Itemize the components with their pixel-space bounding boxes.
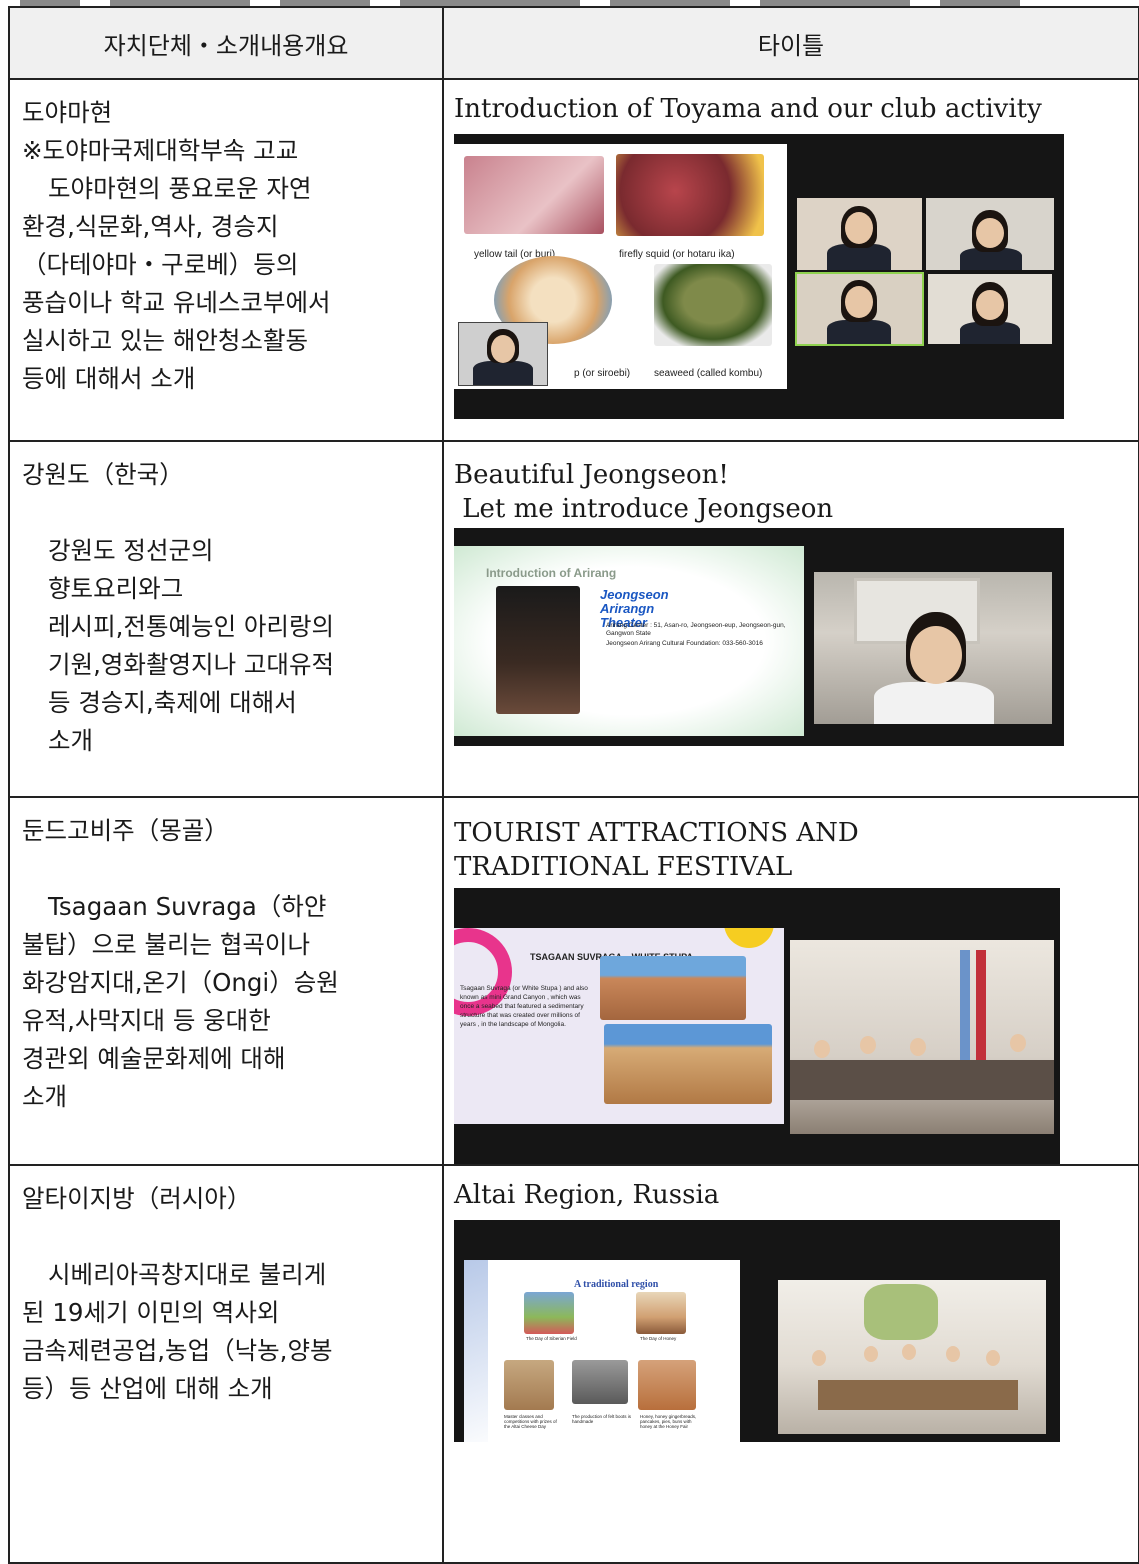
participant-video xyxy=(795,272,924,346)
screenshot-image: TSAGAAN SUVRAGA – WHITE STUPA Tsagaan Su… xyxy=(454,888,1060,1164)
description-line: 실시하고 있는 해안청소활동 xyxy=(22,326,309,355)
description-line: 향토요리와그 xyxy=(48,574,184,603)
slide-caption: Honey, honey gingerbreads, pancakes, pie… xyxy=(640,1414,697,1429)
presentation-title: Altai Region, Russia xyxy=(454,1180,720,1210)
overview-cell: 강원도（한국） 강원도 정선군의 향토요리와그 레시피,전통예능인 아리랑의 기… xyxy=(8,440,444,798)
canyon-photo xyxy=(600,956,746,1020)
description-line: 등에 대해서 소개 xyxy=(22,364,196,393)
description-line: （다테야마・구로베）등의 xyxy=(22,250,299,279)
table-row: 도야마현 ※도야마국제대학부속 고교 도야마현의 풍요로운 자연 환경,식문화,… xyxy=(8,78,1139,442)
description-line: 경관외 예술문화제에 대해 xyxy=(22,1044,286,1073)
slide-image: Introduction of Arirang Jeongseon Ariran… xyxy=(454,546,804,736)
description-line: 소개 xyxy=(48,726,94,755)
slide-caption: seaweed (called kombu) xyxy=(654,368,763,379)
slide-caption: Master classes and competitions with pri… xyxy=(504,1414,557,1429)
cheese-photo xyxy=(504,1360,554,1410)
slide-caption: The Day of Honey xyxy=(640,1336,677,1341)
title-cell: Introduction of Toyama and our club acti… xyxy=(442,78,1139,442)
region-name: 강원도（한국） xyxy=(22,460,184,489)
description-line: 된 19세기 이민의 역사외 xyxy=(22,1298,280,1327)
region-name: 알타이지방（러시아） xyxy=(22,1184,252,1213)
description-line: Tsagaan Suvraga（하얀 xyxy=(48,892,327,921)
canyon-photo xyxy=(604,1024,772,1104)
slide-header: Introduction of Arirang xyxy=(486,566,617,580)
honey-day-photo xyxy=(636,1292,686,1334)
header-cell-overview: 자치단체・소개내용개요 xyxy=(8,6,444,80)
slide-image: A traditional region The Day of Siberian… xyxy=(464,1260,740,1442)
screenshot-image: Introduction of Arirang Jeongseon Ariran… xyxy=(454,528,1064,746)
description-line: 불탑）으로 불리는 협곡이나 xyxy=(22,930,311,959)
presenter-video xyxy=(814,572,1052,724)
description-line: 도야마현의 풍요로운 자연 xyxy=(48,174,312,203)
table-row: 강원도（한국） 강원도 정선군의 향토요리와그 레시피,전통예능인 아리랑의 기… xyxy=(8,440,1139,798)
slide-image: TSAGAAN SUVRAGA – WHITE STUPA Tsagaan Su… xyxy=(454,928,784,1124)
meeting-room-video xyxy=(778,1280,1046,1434)
presentation-title: TOURIST ATTRACTIONS AND xyxy=(454,818,859,848)
description-line: 화강암지대,온기（Ongi）승원 xyxy=(22,968,339,997)
fish-photo xyxy=(464,156,604,234)
kombu-photo xyxy=(654,264,772,346)
overview-cell: 도야마현 ※도야마국제대학부속 고교 도야마현의 풍요로운 자연 환경,식문화,… xyxy=(8,78,444,442)
screenshot-image: yellow tail (or buri) firefly squid (or … xyxy=(454,134,1064,419)
poster-image xyxy=(496,586,580,714)
slide-bullet: Jeongseon Arirang Cultural Foundation: 0… xyxy=(606,640,763,647)
slide-caption: The production of felt boots is handmade xyxy=(572,1414,632,1424)
slide-bullet: Arirang Center : 51, Asan-ro, Jeongseon-… xyxy=(606,622,786,637)
description-line: 등）등 산업에 대해 소개 xyxy=(22,1374,273,1403)
table-row: 둔드고비주（몽골） Tsagaan Suvraga（하얀 불탑）으로 불리는 협… xyxy=(8,796,1139,1166)
honey-fair-photo xyxy=(638,1360,696,1410)
screenshot-image: A traditional region The Day of Siberian… xyxy=(454,1220,1060,1442)
table-row: 알타이지방（러시아） 시베리아곡창지대로 불리게 된 19세기 이민의 역사외 … xyxy=(8,1164,1139,1564)
participant-video xyxy=(926,198,1054,270)
slide-caption: p (or siroebi) xyxy=(574,368,631,379)
presenter-video-thumbnail xyxy=(458,322,548,386)
region-name: 도야마현 xyxy=(22,98,113,127)
description-line: 등 경승지,축제에 대해서 xyxy=(48,688,297,717)
description-line: 유적,사막지대 등 웅대한 xyxy=(22,1006,271,1035)
squid-photo xyxy=(616,154,764,236)
description-line: 금속제련공업,농업（낙농,양봉 xyxy=(22,1336,333,1365)
description-line: 레시피,전통예능인 아리랑의 xyxy=(48,612,335,641)
title-cell: Beautiful Jeongseon! Let me introduce Je… xyxy=(442,440,1139,798)
school-name: ※도야마국제대학부속 고교 xyxy=(22,136,299,165)
intro-table: 자치단체・소개내용개요 타이틀 도야마현 ※도야마국제대학부속 고교 도야마현의… xyxy=(8,6,1139,1564)
presentation-title: Introduction of Toyama and our club acti… xyxy=(454,94,1042,124)
description-line: 환경,식문화,역사, 경승지 xyxy=(22,212,279,241)
felt-boots-photo xyxy=(572,1360,628,1404)
overview-cell: 알타이지방（러시아） 시베리아곡창지대로 불리게 된 19세기 이민의 역사외 … xyxy=(8,1164,444,1564)
description-line: 풍습이나 학교 유네스코부에서 xyxy=(22,288,331,317)
description-line: 기원,영화촬영지나 고대유적 xyxy=(48,650,335,679)
description-line: 시베리아곡창지대로 불리게 xyxy=(48,1260,327,1289)
presentation-title: TRADITIONAL FESTIVAL xyxy=(454,852,793,882)
slide-body: Tsagaan Suvraga (or White Stupa ) and al… xyxy=(460,985,588,1028)
presentation-subtitle: Let me introduce Jeongseon xyxy=(454,494,834,524)
participant-video xyxy=(928,274,1052,344)
field-photo xyxy=(524,1292,574,1334)
header-row: 자치단체・소개내용개요 타이틀 xyxy=(8,6,1139,80)
title-cell: TOURIST ATTRACTIONS AND TRADITIONAL FEST… xyxy=(442,796,1139,1166)
description-line: 소개 xyxy=(22,1082,68,1111)
title-cell: Altai Region, Russia A traditional regio… xyxy=(442,1164,1139,1564)
overview-cell: 둔드고비주（몽골） Tsagaan Suvraga（하얀 불탑）으로 불리는 협… xyxy=(8,796,444,1166)
presentation-title: Beautiful Jeongseon! xyxy=(454,460,729,490)
participant-video xyxy=(797,198,922,270)
header-cell-title: 타이틀 xyxy=(442,6,1139,80)
meeting-room-video xyxy=(790,940,1054,1134)
description-line: 강원도 정선군의 xyxy=(48,536,214,565)
region-name: 둔드고비주（몽골） xyxy=(22,816,229,845)
slide-caption: The Day of Siberian Field xyxy=(526,1336,577,1341)
